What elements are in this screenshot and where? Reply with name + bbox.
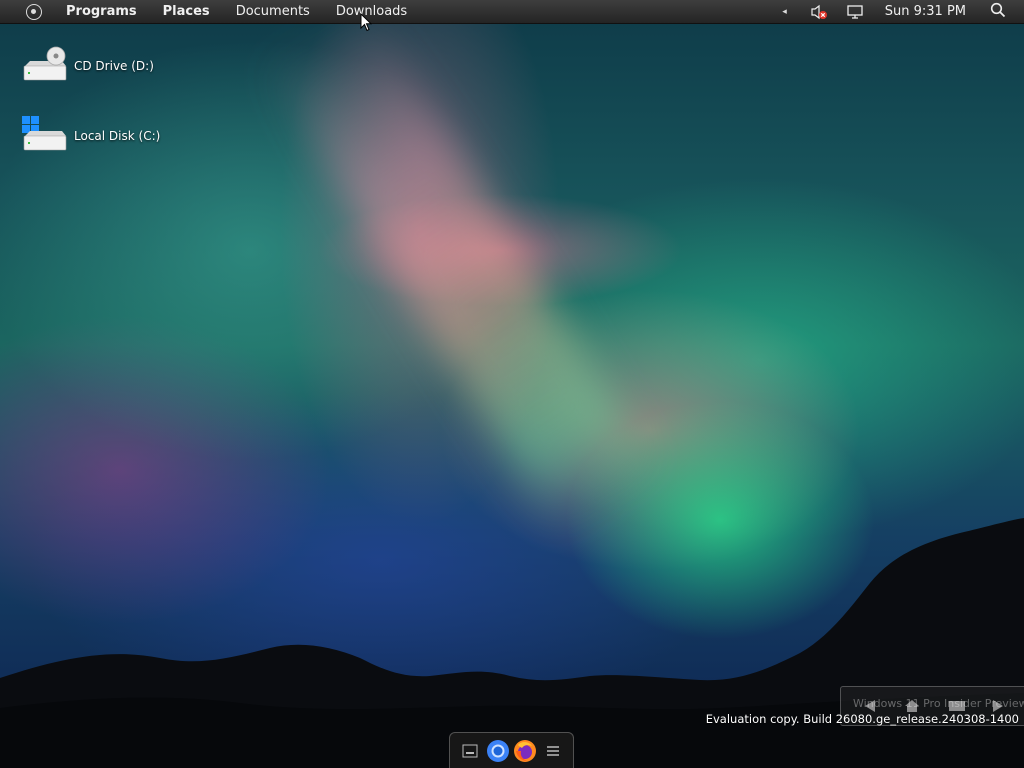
watermark-edition: Windows 11 Pro Insider Preview [853, 697, 1024, 710]
monitor-icon[interactable] [845, 3, 865, 21]
clock[interactable]: Sun 9:31 PM [885, 0, 966, 23]
menu-icon[interactable] [540, 738, 566, 764]
menu-places[interactable]: Places [163, 0, 210, 23]
desktop-icon-cd-drive[interactable]: CD Drive (D:) [22, 46, 154, 86]
menu-programs[interactable]: Programs [66, 0, 137, 23]
menu-documents[interactable]: Documents [236, 0, 310, 23]
desktop-icon-label: Local Disk (C:) [74, 129, 161, 143]
speaker-muted-icon[interactable] [809, 3, 829, 21]
chrome-icon[interactable] [485, 738, 511, 764]
cd-drive-icon [22, 46, 68, 86]
mouse-cursor-icon [360, 13, 372, 32]
watermark-build: Evaluation copy. Build 26080.ge_release.… [705, 712, 1019, 726]
desktop-icon-local-disk[interactable]: Local Disk (C:) [22, 116, 160, 156]
tray-expand-arrow[interactable]: ◂ [782, 7, 787, 17]
app-menu-icon[interactable] [26, 3, 42, 20]
top-panel: Programs Places Documents Downloads ◂ Su… [0, 0, 1024, 24]
search-icon[interactable] [990, 2, 1006, 22]
firefox-icon[interactable] [512, 738, 538, 764]
dock [449, 732, 574, 768]
system-tray: ◂ Sun 9:31 PM [782, 0, 1024, 23]
show-desktop-icon[interactable] [457, 738, 483, 764]
desktop-icon-label: CD Drive (D:) [74, 59, 154, 73]
mountain-silhouette [0, 518, 1024, 768]
local-disk-icon [22, 116, 68, 156]
